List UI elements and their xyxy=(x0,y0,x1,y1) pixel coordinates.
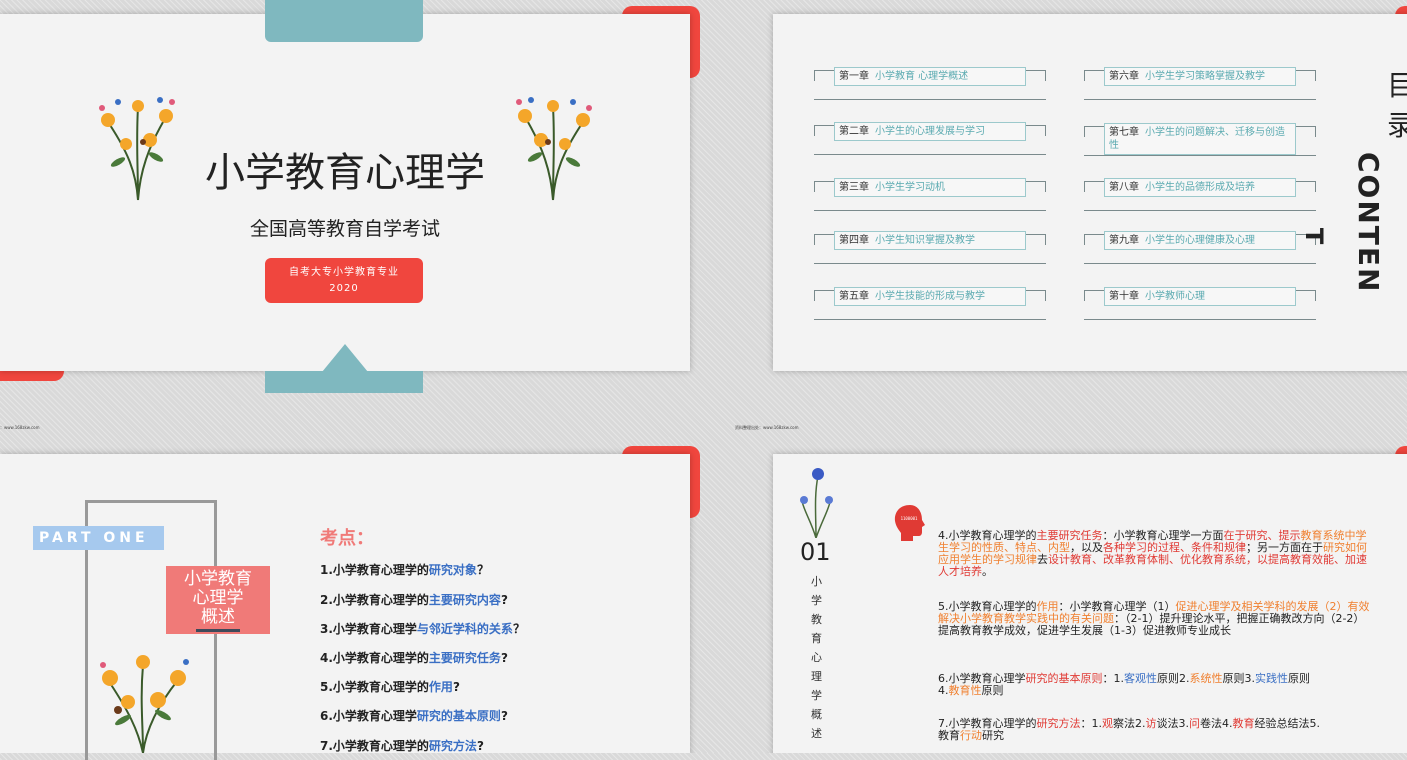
chapter-label: 第四章 xyxy=(839,235,869,246)
vertical-char: 教 xyxy=(811,613,822,626)
flower-bouquet-icon xyxy=(516,97,592,201)
contents-vertical-text: CONTEN xyxy=(1352,152,1385,294)
toc-title: 目 录 xyxy=(1387,69,1407,142)
question-5: 5.小学教育心理学的作用? xyxy=(320,680,460,694)
flower-bouquet-icon xyxy=(100,655,189,753)
paragraph-6: 6.小学教育心理学研究的基本原则：1.客观性原则2.系统性原则3.实践性原则 4.… xyxy=(938,672,1310,697)
paragraph-5: 5.小学教育心理学的作用：小学教育心理学（1）促进心理学及相关学科的发展（2）有… xyxy=(938,600,1370,637)
question-7: 7.小学教育心理学的研究方法? xyxy=(320,739,484,753)
chapter-name: 小学生知识掌握及教学 xyxy=(875,235,975,246)
vertical-char: 小 xyxy=(811,575,822,588)
part-one-label: PART ONE xyxy=(33,526,164,550)
flower-bouquet-icon xyxy=(99,97,175,201)
chapter-label: 第八章 xyxy=(1109,182,1139,193)
vertical-char: 述 xyxy=(811,727,822,740)
major-badge-button[interactable]: 自考大专小学教育专业 2020 xyxy=(265,258,423,303)
question-2: 2.小学教育心理学的主要研究内容? xyxy=(320,593,508,607)
teal-top-bar xyxy=(265,0,423,42)
teal-triangle-icon xyxy=(322,344,368,372)
chapter-name: 小学生的心理健康及心理 xyxy=(1145,235,1255,246)
badge-line-1: 自考大专小学教育专业 xyxy=(289,267,399,278)
blue-flower-icon xyxy=(800,468,833,538)
chapter-name: 小学生技能的形成与教学 xyxy=(875,291,985,302)
chapter-label: 第九章 xyxy=(1109,235,1139,246)
vertical-char: 概 xyxy=(811,708,822,721)
slide-1[interactable]: 小学教育心理学 全国高等教育自学考试 自考大专小学教育专业 2020 xyxy=(0,0,730,415)
svg-text:1100001: 1100001 xyxy=(901,516,918,521)
vertical-char: 学 xyxy=(811,594,822,607)
paragraph-4: 4.小学教育心理学的主要研究任务：小学教育心理学一方面在于研究、提示教育系统中学… xyxy=(938,529,1367,578)
vertical-char: 心 xyxy=(811,651,822,664)
chapter-name: 小学生学习动机 xyxy=(875,182,945,193)
chapter-label: 第五章 xyxy=(839,291,869,302)
chapter-label: 第二章 xyxy=(839,126,869,137)
slide-1-title: 小学教育心理学 xyxy=(205,150,485,196)
section-number: 01 xyxy=(800,538,831,566)
section-title-box: 小学教育 心理学 概述 xyxy=(166,566,270,634)
chapter-name: 小学教师心理 xyxy=(1145,291,1205,302)
paragraph-7: 7.小学教育心理学的研究方法：1.观察法2.访谈法3.问卷法4.教育经验总结法5… xyxy=(938,717,1320,742)
badge-line-2: 2020 xyxy=(329,283,359,294)
chapter-name: 小学生的品德形成及培养 xyxy=(1145,182,1255,193)
chapter-label: 第三章 xyxy=(839,182,869,193)
chapter-label: 第十章 xyxy=(1109,291,1139,302)
question-4: 4.小学教育心理学的主要研究任务? xyxy=(320,651,508,665)
vertical-char: 学 xyxy=(811,689,822,702)
slide-1-subtitle: 全国高等教育自学考试 xyxy=(249,218,440,240)
key-points-heading: 考点： xyxy=(320,528,374,549)
question-6: 6.小学教育心理学研究的基本原则? xyxy=(320,709,508,723)
chapter-label: 第七章 xyxy=(1109,127,1139,138)
question-3: 3.小学教育心理学与邻近学科的关系？ xyxy=(320,622,525,636)
contents-tail-letter: T xyxy=(1300,227,1329,245)
vertical-char: 理 xyxy=(811,670,822,683)
watermark-right: 资料整理出处：www.168zkw.com xyxy=(735,425,799,430)
vertical-char: 育 xyxy=(811,632,822,645)
chapter-name: 小学生学习策略掌握及教学 xyxy=(1145,71,1265,82)
chapter-name: 小学教育 心理学概述 xyxy=(875,71,969,82)
head-profile-icon: 1100001 xyxy=(894,505,925,541)
underline-bar xyxy=(196,629,240,632)
chapter-name: 小学生的心理发展与学习 xyxy=(875,126,985,137)
chapter-label: 第六章 xyxy=(1109,71,1139,82)
chapter-label: 第一章 xyxy=(839,71,869,82)
teal-bottom-bar xyxy=(265,371,423,393)
question-1: 1.小学教育心理学的研究对象？ xyxy=(320,563,489,577)
watermark-left: ：www.168zkw.com xyxy=(0,425,40,430)
